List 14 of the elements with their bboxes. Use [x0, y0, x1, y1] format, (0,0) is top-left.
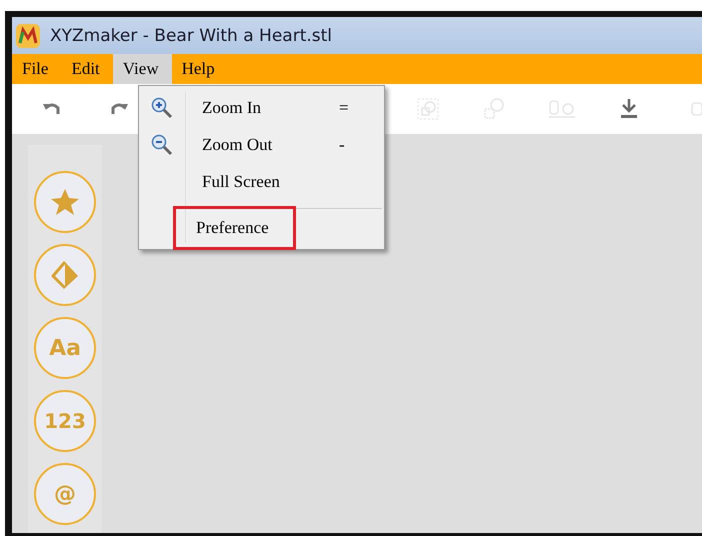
shortcut-key: - — [339, 134, 345, 154]
menu-item[interactable]: Edit — [61, 54, 113, 84]
side-button-label: 123 — [44, 409, 86, 433]
menu-item[interactable]: Help — [172, 54, 228, 84]
side-button-label: @ — [54, 482, 76, 506]
menu-entry[interactable]: Zoom Out — [196, 130, 278, 158]
menu-entry[interactable]: Preference — [176, 208, 293, 246]
menu-item[interactable]: File — [12, 54, 62, 84]
menu-item[interactable]: View — [112, 54, 172, 84]
window-title: XYZmaker - Bear With a Heart.stl — [50, 26, 332, 46]
shortcut-key: = — [339, 98, 349, 118]
side-button-label: Aa — [49, 336, 81, 360]
menu-entry[interactable]: Zoom In — [196, 94, 268, 122]
menu-entry[interactable]: Full Screen — [196, 168, 286, 196]
